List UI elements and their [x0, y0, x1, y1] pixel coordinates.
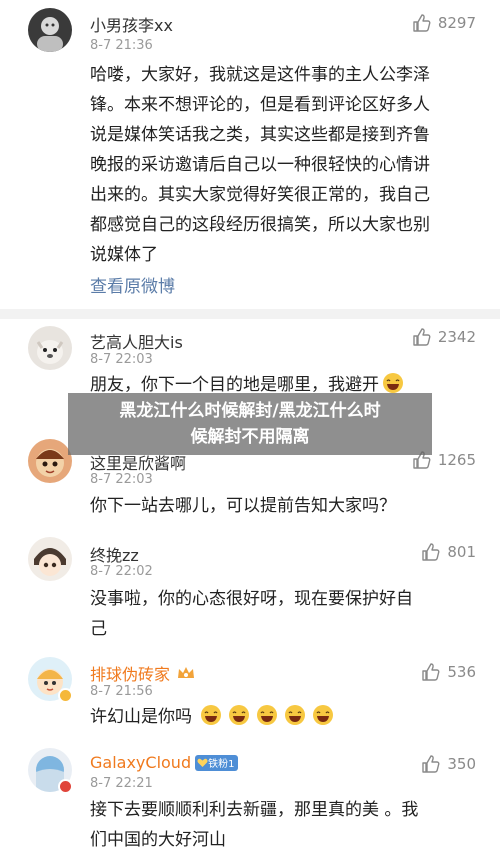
post-avatar[interactable] — [28, 8, 72, 52]
comment-text: 许幻山是你吗 — [90, 702, 472, 732]
post-username[interactable]: 小男孩李xx — [90, 12, 173, 36]
thumbs-up-icon — [422, 755, 440, 773]
laughing-emoji-icon — [313, 705, 334, 725]
comment-username[interactable]: 艺高人胆大is — [90, 329, 183, 353]
laughing-emoji-icon — [229, 705, 250, 725]
avatar[interactable] — [28, 537, 72, 581]
laughing-emoji-icon — [285, 705, 306, 725]
fan-badge: 铁粉1 — [195, 754, 239, 771]
post-time: 8-7 21:36 — [90, 38, 153, 53]
avatar[interactable] — [28, 439, 72, 483]
laughing-emoji-icon — [383, 373, 403, 393]
avatar[interactable] — [28, 326, 72, 370]
comment-username[interactable]: 终挽zz — [90, 542, 139, 566]
post-text: 哈喽，大家好，我就这是这件事的主人公李泽 锋。本来不想评论的，但是看到评论区好多… — [90, 65, 430, 265]
verified-badge-icon — [58, 779, 73, 794]
comment-like-button[interactable]: 801 — [421, 542, 476, 562]
thumbs-up-icon — [422, 543, 440, 561]
view-original-link[interactable]: 查看原微博 — [90, 272, 175, 297]
thumbs-up-icon — [413, 328, 431, 346]
comment-time: 8-7 22:03 — [90, 472, 153, 487]
comment-text: 没事啦，你的心态很好呀，现在要保护好自 己 — [90, 589, 413, 639]
comment-time: 8-7 22:21 — [90, 776, 153, 791]
comment-like-button[interactable]: 2342 — [412, 327, 476, 347]
post-card: 小男孩李xx 8-7 21:36 8297 哈喽，大家好，我就这是这件事的主人公… — [0, 0, 500, 309]
thumbs-up-icon — [422, 663, 440, 681]
comment-username[interactable]: GalaxyCloud 铁粉1 — [90, 753, 239, 772]
comment-time: 8-7 22:02 — [90, 564, 153, 579]
comment-time: 8-7 21:56 — [90, 684, 153, 699]
comment-like-button[interactable]: 350 — [421, 754, 476, 774]
post-like-button[interactable]: 8297 — [412, 13, 476, 33]
comment-text: 你下一站去哪儿，可以提前告知大家吗？ — [90, 496, 396, 516]
post-like-count: 8297 — [437, 14, 476, 32]
thumbs-up-icon — [413, 14, 431, 32]
comment-time: 8-7 22:03 — [90, 352, 153, 367]
title-overlay: 黑龙江什么时候解封/黑龙江什么时 候解封不用隔离 — [68, 393, 432, 455]
laughing-emoji-icon — [201, 705, 222, 725]
crown-icon — [178, 667, 195, 678]
laughing-emoji-icon — [257, 705, 278, 725]
section-divider — [0, 309, 500, 319]
comment-text: 接下去要顺顺利利去新疆，那里真的美 。我 们中国的大好河山 — [90, 800, 419, 850]
heart-icon — [197, 758, 208, 767]
comment-like-button[interactable]: 536 — [421, 662, 476, 682]
comment-username[interactable]: 排球伪砖家 — [90, 661, 196, 685]
verified-badge-icon — [58, 688, 73, 703]
